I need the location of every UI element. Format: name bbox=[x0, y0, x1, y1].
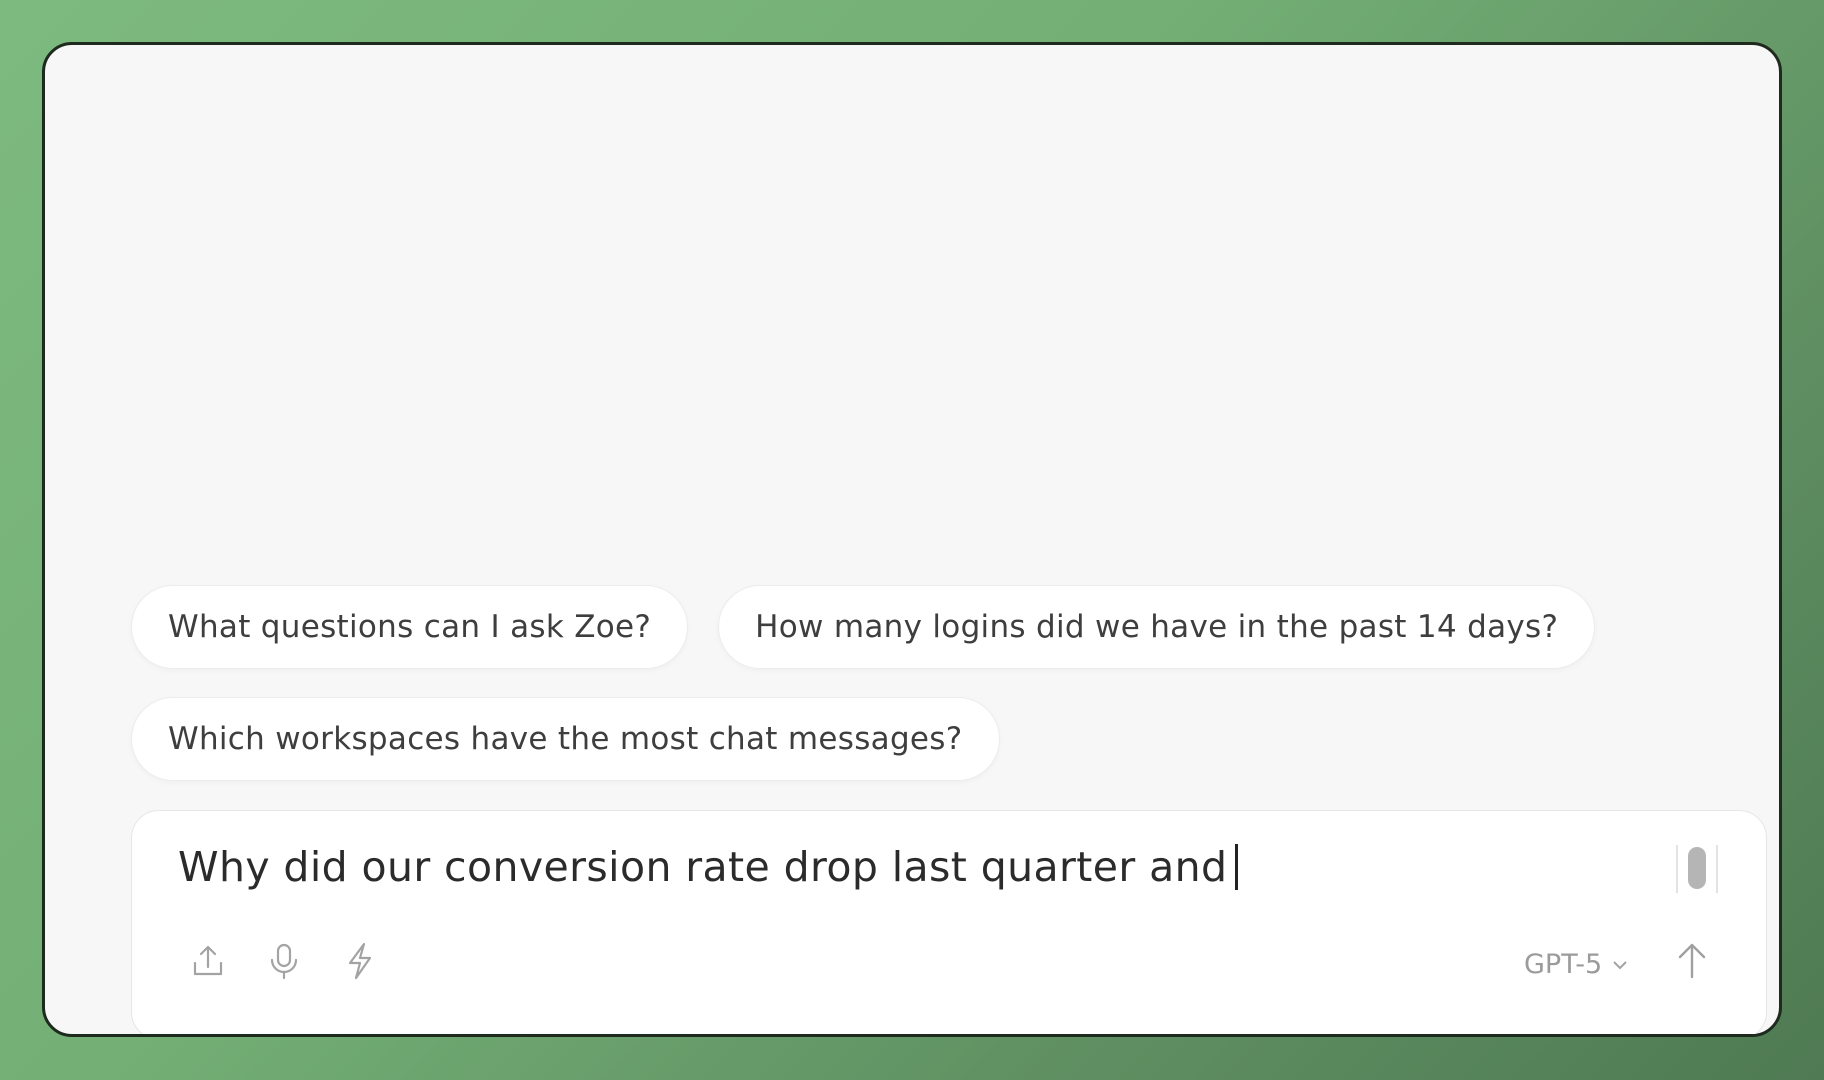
suggestion-row: What questions can I ask Zoe? How many l… bbox=[131, 585, 1631, 669]
voice-input-button[interactable] bbox=[266, 941, 302, 981]
composer-tools bbox=[190, 941, 378, 981]
scrollbar-thumb[interactable] bbox=[1688, 847, 1706, 889]
suggestion-row: Which workspaces have the most chat mess… bbox=[131, 697, 1631, 781]
input-scrollbar[interactable] bbox=[1676, 845, 1718, 893]
upload-icon bbox=[193, 945, 223, 976]
suggestion-chip-workspaces[interactable]: Which workspaces have the most chat mess… bbox=[131, 697, 1000, 781]
model-label: GPT-5 bbox=[1524, 949, 1603, 980]
message-composer: Why did our conversion rate drop last qu… bbox=[131, 810, 1767, 1034]
suggestion-list: What questions can I ask Zoe? How many l… bbox=[131, 585, 1631, 809]
chat-window: What questions can I ask Zoe? How many l… bbox=[42, 42, 1782, 1037]
prompt-text: Why did our conversion rate drop last qu… bbox=[178, 843, 1228, 891]
upload-button[interactable] bbox=[190, 941, 226, 981]
text-caret bbox=[1235, 844, 1239, 890]
prompt-input[interactable]: Why did our conversion rate drop last qu… bbox=[178, 843, 1239, 891]
model-selector[interactable]: GPT-5 bbox=[1524, 949, 1628, 980]
suggestion-chip-ask-zoe[interactable]: What questions can I ask Zoe? bbox=[131, 585, 689, 669]
shortcuts-button[interactable] bbox=[342, 941, 378, 981]
suggestion-chip-logins[interactable]: How many logins did we have in the past … bbox=[718, 585, 1596, 669]
lightning-icon bbox=[348, 942, 372, 980]
chevron-down-icon bbox=[1613, 960, 1627, 969]
microphone-icon bbox=[270, 943, 298, 980]
arrow-up-icon bbox=[1678, 943, 1706, 979]
send-button[interactable] bbox=[1672, 939, 1712, 983]
